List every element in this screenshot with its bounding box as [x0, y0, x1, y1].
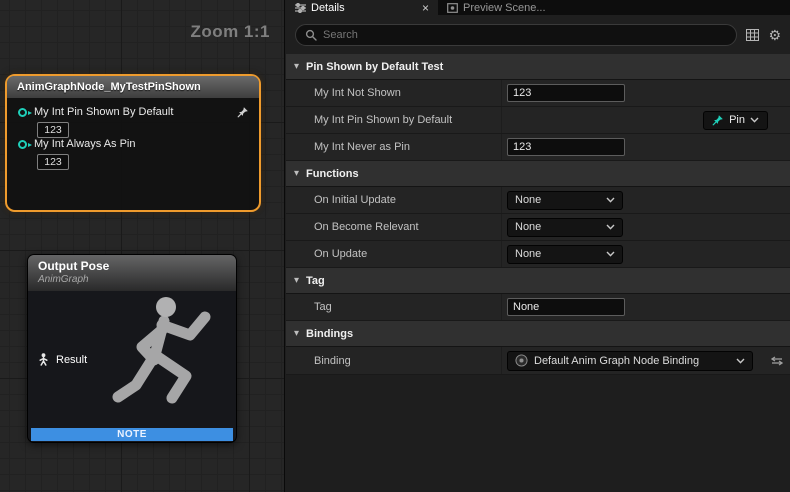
note-badge[interactable]: NOTE: [31, 428, 233, 441]
binding-dropdown[interactable]: Default Anim Graph Node Binding: [507, 351, 753, 371]
tab-label: Details: [311, 2, 345, 14]
tab-details[interactable]: Details ×: [286, 0, 438, 15]
zoom-level-label: Zoom 1:1: [190, 22, 270, 42]
chevron-down-icon: ▾: [294, 62, 299, 72]
chevron-down-icon: ▾: [294, 329, 299, 339]
unreal-editor: Zoom 1:1 AnimGraphNode_MyTestPinShown My…: [0, 0, 790, 492]
chevron-down-icon: [606, 197, 615, 203]
property-row-binding: Binding Default Anim Graph Node Binding: [286, 347, 790, 375]
on-update-dropdown[interactable]: None: [507, 245, 623, 264]
pin-label: My Int Pin Shown By Default: [34, 106, 173, 118]
property-row-my-int-never-as-pin: My Int Never as Pin: [286, 134, 790, 161]
pose-pin-icon: [38, 353, 49, 366]
pin-mode-dropdown[interactable]: Pin: [703, 111, 768, 130]
property-row-my-int-pin-shown-by-default: My Int Pin Shown by Default Pin: [286, 107, 790, 134]
chevron-down-icon: ▾: [294, 169, 299, 179]
chevron-down-icon: [736, 358, 745, 364]
search-row: ⚙: [286, 15, 790, 54]
result-pin-label: Result: [56, 354, 87, 366]
chevron-down-icon: [606, 224, 615, 230]
property-row-my-int-not-shown: My Int Not Shown: [286, 80, 790, 107]
node-header: Output Pose AnimGraph: [28, 255, 236, 291]
pin-default-value[interactable]: 123: [37, 122, 69, 138]
int-pin-icon[interactable]: [18, 140, 27, 149]
my-int-never-as-pin-input[interactable]: [507, 138, 625, 156]
on-initial-update-dropdown[interactable]: None: [507, 191, 623, 210]
pin-visibility-icon[interactable]: [237, 106, 249, 118]
search-box[interactable]: [295, 24, 737, 46]
search-icon: [305, 29, 317, 41]
chevron-down-icon: ▾: [294, 276, 299, 286]
search-input[interactable]: [323, 29, 727, 41]
pin-default-value[interactable]: 123: [37, 154, 69, 170]
gear-icon[interactable]: ⚙: [768, 28, 781, 42]
anim-graph-canvas[interactable]: Zoom 1:1 AnimGraphNode_MyTestPinShown My…: [0, 0, 285, 492]
chevron-down-icon: [750, 117, 759, 123]
tab-bar: Details × Preview Scene...: [286, 0, 790, 15]
mannequin-preview-image: [108, 293, 228, 428]
tab-preview-scene[interactable]: Preview Scene...: [438, 0, 555, 15]
close-icon[interactable]: ×: [422, 2, 429, 14]
node-title: AnimGraphNode_MyTestPinShown: [7, 76, 259, 98]
pin-icon: [712, 114, 724, 126]
property-row-on-update: On Update None: [286, 241, 790, 268]
category-bindings[interactable]: ▾ Bindings: [286, 321, 790, 347]
node-title: Output Pose: [38, 259, 236, 273]
property-row-on-become-relevant: On Become Relevant None: [286, 214, 790, 241]
details-panel: Details × Preview Scene...: [286, 0, 790, 492]
preview-scene-tab-icon: [447, 3, 458, 13]
pin-label: My Int Always As Pin: [34, 138, 135, 150]
display-filter-icon[interactable]: [746, 29, 759, 41]
property-row-on-initial-update: On Initial Update None: [286, 187, 790, 214]
anim-graph-test-node[interactable]: AnimGraphNode_MyTestPinShown My Int Pin …: [5, 74, 261, 212]
category-pin-shown-by-default-test[interactable]: ▾ Pin Shown by Default Test: [286, 54, 790, 80]
int-pin-icon[interactable]: [18, 108, 27, 117]
on-become-relevant-dropdown[interactable]: None: [507, 218, 623, 237]
category-functions[interactable]: ▾ Functions: [286, 161, 790, 187]
category-tag[interactable]: ▾ Tag: [286, 268, 790, 294]
details-tab-icon: [295, 3, 306, 13]
property-row-tag: Tag: [286, 294, 790, 321]
output-pose-node[interactable]: Output Pose AnimGraph: [27, 254, 237, 443]
details-empty-area: [286, 375, 790, 492]
tag-input[interactable]: [507, 298, 625, 316]
node-subtitle: AnimGraph: [38, 274, 236, 285]
chevron-down-icon: [606, 251, 615, 257]
binding-link-icon[interactable]: [771, 356, 783, 366]
tab-label: Preview Scene...: [463, 2, 546, 14]
result-pin[interactable]: Result: [38, 353, 87, 366]
my-int-not-shown-input[interactable]: [507, 84, 625, 102]
binding-class-icon: [515, 354, 528, 367]
